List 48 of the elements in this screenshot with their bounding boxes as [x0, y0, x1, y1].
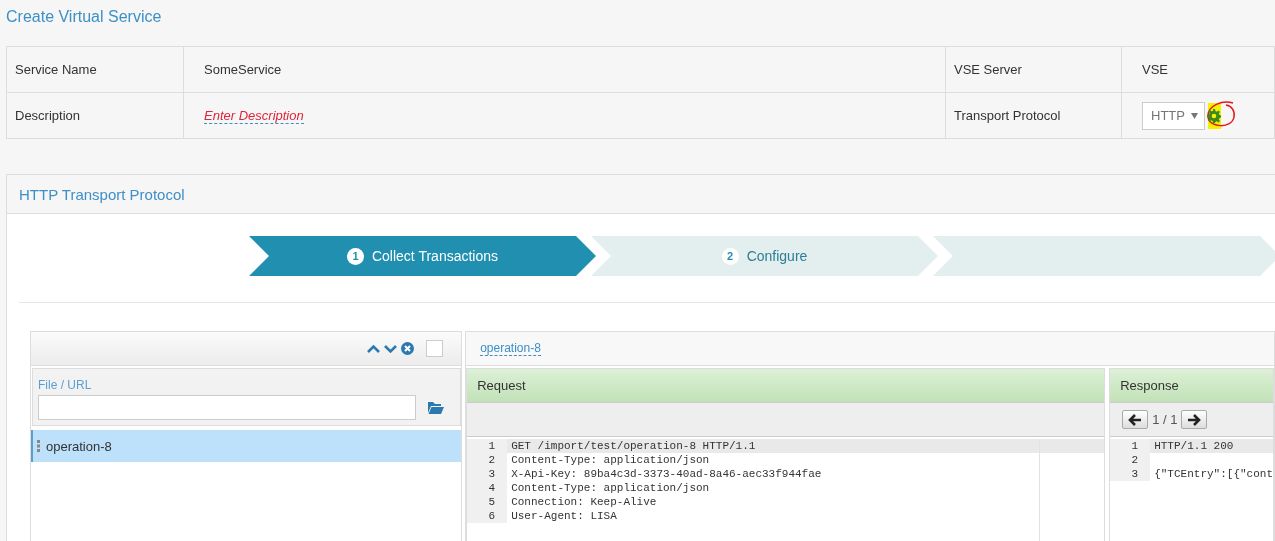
line-number: 3	[1130, 467, 1140, 481]
line-number: 6	[487, 509, 497, 523]
previous-button[interactable]	[1122, 410, 1149, 429]
arrow-left-icon	[1128, 413, 1143, 426]
line-number: 2	[1130, 453, 1140, 467]
line-number: 1	[487, 439, 497, 453]
code-line: X-Api-Key: 89ba4c3d-3373-40ad-8a46-aec33f944fae	[510, 467, 823, 481]
panel-title: HTTP Transport Protocol	[19, 185, 185, 203]
field-label: Description	[15, 108, 81, 123]
code-line: Connection: Keep-Alive	[510, 495, 658, 509]
page-counter: 1 / 1	[1152, 412, 1178, 427]
code-line: Content-Type: application/json	[510, 481, 711, 495]
line-number: 4	[487, 481, 497, 495]
next-button[interactable]	[1181, 410, 1208, 429]
code-line: Content-Type: application/json	[510, 453, 711, 467]
line-number: 1	[1130, 439, 1140, 453]
line-number: 5	[487, 495, 497, 509]
gear-icon[interactable]	[1206, 108, 1221, 123]
field-value: SomeService	[204, 62, 282, 77]
protocol-select[interactable]: HTTP	[1142, 101, 1205, 130]
transaction-item[interactable]: operation-8	[31, 430, 462, 462]
response-header: Response	[1110, 369, 1273, 402]
drag-handle-icon	[37, 440, 40, 452]
field-label: Transport Protocol	[954, 108, 1061, 123]
caret-icon	[1190, 112, 1198, 119]
code-line: User-Agent: LISA	[510, 509, 618, 523]
field-label: Service Name	[15, 62, 97, 77]
url-field[interactable]	[38, 395, 416, 420]
close-icon[interactable]	[401, 342, 415, 355]
field-label: VSE Server	[954, 62, 1022, 77]
chevron-down-icon[interactable]	[384, 342, 398, 355]
step-number: 1	[346, 247, 364, 265]
request-header: Request	[467, 369, 1105, 402]
field-value: VSE	[1142, 62, 1168, 77]
field-label: File / URL	[38, 378, 92, 392]
line-number: 3	[487, 467, 497, 481]
chevron-up-icon[interactable]	[367, 342, 381, 355]
page-title: Create Virtual Service	[5, 7, 163, 27]
step-number: 2	[721, 247, 739, 265]
select-all-checkbox[interactable]	[426, 340, 444, 357]
wizard-step[interactable]: 1 Collect Transactions	[249, 236, 596, 276]
line-number: 2	[487, 453, 497, 467]
arrow-right-icon	[1187, 413, 1202, 426]
description-link[interactable]: Enter Description	[204, 107, 304, 124]
code-line: {"TCEntry":[{"cont	[1153, 467, 1273, 481]
wizard-step[interactable]: 2 Configure	[591, 236, 938, 276]
folder-icon[interactable]	[428, 401, 444, 414]
operation-link[interactable]: operation-8	[480, 341, 541, 356]
